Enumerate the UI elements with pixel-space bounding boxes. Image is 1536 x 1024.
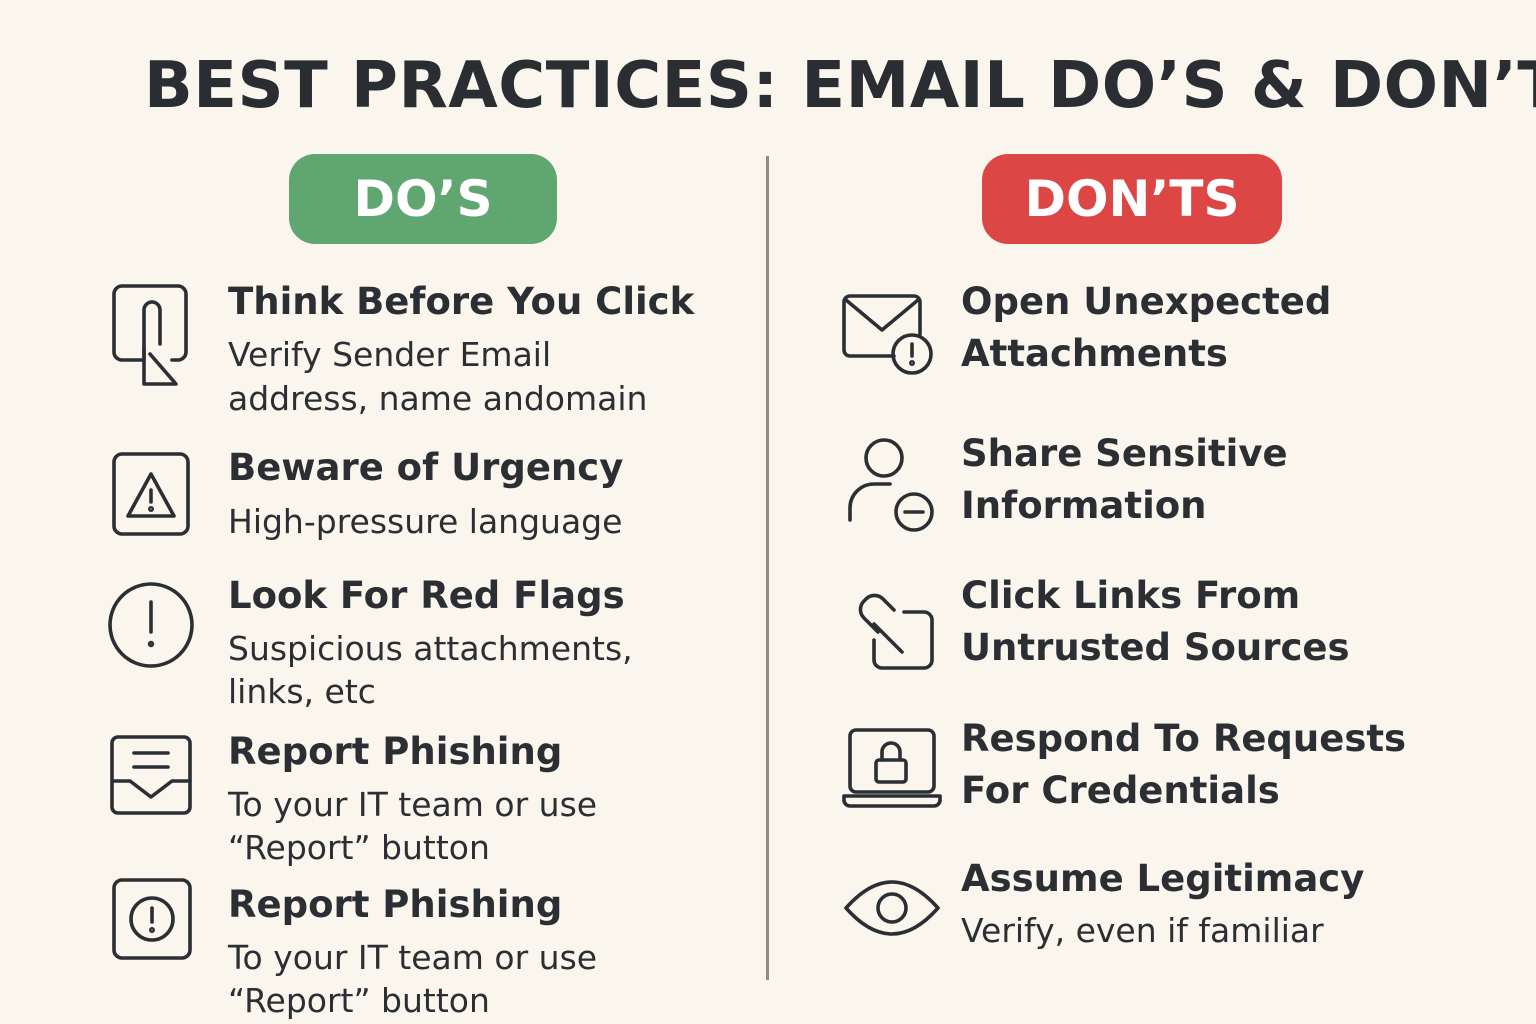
item-title-line: Assume Legitimacy: [961, 857, 1365, 900]
item-title-line: Click Links From: [961, 574, 1301, 617]
eye-icon: [842, 872, 942, 944]
item-desc-line: links, etc: [228, 672, 376, 711]
item-desc-line: “Report” button: [228, 828, 490, 867]
dos-heading-badge: DO’S: [289, 154, 557, 244]
item-title-line: Open Unexpected: [961, 280, 1332, 323]
item-title-line: Respond To Requests: [961, 717, 1407, 760]
item-desc-line: To your IT team or use: [228, 938, 598, 977]
item-title-line: Information: [961, 484, 1207, 527]
item-title: Open Unexpected Attachments: [961, 276, 1481, 380]
item-title-line: For Credentials: [961, 769, 1280, 812]
item-title: Beware of Urgency: [228, 446, 624, 489]
page-title: BEST PRACTICES: EMAIL DO’S & DON’TS: [144, 49, 1536, 123]
exclamation-circle-icon: [106, 580, 196, 670]
item-title: Report Phishing: [228, 883, 563, 926]
item-title: Report Phishing: [228, 730, 563, 773]
alert-square-icon: [110, 876, 194, 962]
item-title: Respond To Requests For Credentials: [961, 713, 1481, 817]
item-title: Assume Legitimacy: [961, 853, 1481, 905]
item-title: Share Sensitive Information: [961, 428, 1481, 532]
item-desc-line: High-pressure language: [228, 502, 623, 541]
item-desc-line: Verify Sender Email: [228, 335, 552, 374]
item-title-line: Attachments: [961, 332, 1228, 375]
warning-triangle-icon: [110, 450, 192, 538]
item-title: Look For Red Flags: [228, 574, 625, 617]
item-desc-line: To your IT team or use: [228, 785, 598, 824]
hand-tap-icon: [108, 282, 192, 388]
item-desc-line: Verify, even if familiar: [961, 911, 1324, 950]
link-icon: [844, 584, 936, 672]
item-desc-line: Suspicious attachments,: [228, 629, 633, 668]
user-minus-icon: [846, 436, 938, 532]
item-title-line: Share Sensitive: [961, 432, 1288, 475]
envelope-alert-icon: [840, 292, 938, 376]
item-desc-line: “Report” button: [228, 981, 490, 1020]
item-title: Click Links From Untrusted Sources: [961, 570, 1481, 674]
report-tray-icon: [108, 733, 194, 817]
item-desc-line: address, name andomain: [228, 379, 648, 418]
laptop-lock-icon: [842, 726, 942, 810]
donts-heading-badge: DON’TS: [982, 154, 1282, 244]
column-divider: [766, 156, 769, 980]
item-title: Think Before You Click: [228, 280, 695, 323]
item-title-line: Untrusted Sources: [961, 626, 1350, 669]
